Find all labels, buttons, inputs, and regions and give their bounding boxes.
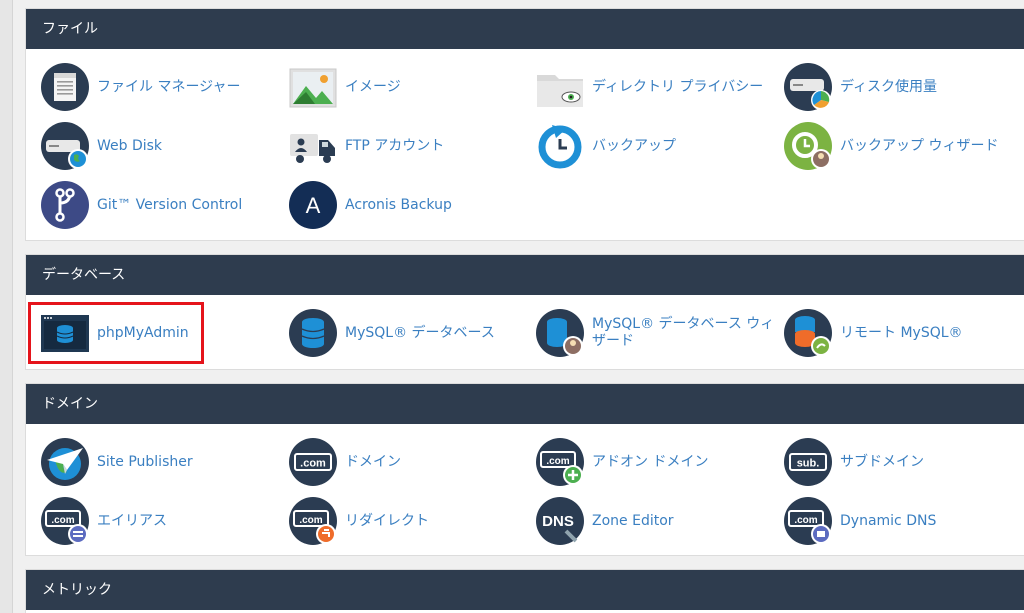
git-icon	[41, 181, 89, 229]
acronis-icon-letter: A	[306, 193, 321, 218]
mysql-wizard-icon	[536, 309, 584, 357]
com-text: .com	[546, 456, 569, 467]
file-manager-label: ファイル マネージャー	[97, 78, 241, 95]
metrics-panel: メトリック	[25, 569, 1024, 613]
ftp-accounts-icon	[290, 134, 335, 163]
backup-wizard-label: バックアップ ウィザード	[840, 137, 999, 154]
com-text: .com	[794, 515, 817, 526]
dynamic-dns-link[interactable]: .com Dynamic DNS	[784, 497, 936, 545]
files-panel-title: ファイル	[26, 9, 1024, 49]
mysql-wizard-link[interactable]: MySQL® データベース ウィザード	[536, 309, 782, 357]
images-label: イメージ	[345, 78, 401, 95]
backup-icon	[538, 125, 582, 169]
web-disk-label: Web Disk	[97, 137, 163, 154]
domains-link[interactable]: .com ドメイン	[289, 438, 401, 486]
domains-panel: ドメイン Site Publisher .com ドメイン .com アドオン …	[25, 383, 1024, 556]
files-panel: ファイル ファイル マネージャー イメージ ディレクトリ プライバシー ディスク…	[25, 8, 1024, 241]
addon-domains-icon: .com	[536, 438, 584, 486]
com-text: .com	[300, 458, 326, 470]
phpmyadmin-icon	[41, 315, 89, 352]
remote-mysql-label: リモート MySQL®	[840, 324, 963, 341]
file-manager-icon	[41, 63, 89, 111]
redirects-link[interactable]: .com リダイレクト	[289, 497, 429, 545]
subdomains-link[interactable]: sub. サブドメイン	[784, 438, 924, 486]
zone-editor-label: Zone Editor	[592, 512, 674, 529]
zone-editor-link[interactable]: DNS Zone Editor	[536, 497, 674, 545]
addon-domains-link[interactable]: .com アドオン ドメイン	[536, 438, 708, 486]
phpmyadmin-label: phpMyAdmin	[97, 324, 189, 341]
acronis-backup-link[interactable]: A Acronis Backup	[289, 181, 452, 229]
disk-usage-link[interactable]: ディスク使用量	[784, 63, 937, 111]
databases-panel-title: データベース	[26, 255, 1024, 295]
redirects-label: リダイレクト	[345, 512, 429, 529]
mysql-databases-icon	[289, 309, 337, 357]
zone-editor-icon: DNS	[536, 497, 584, 545]
backup-link[interactable]: バックアップ	[536, 122, 676, 170]
aliases-icon: .com	[41, 497, 89, 545]
aliases-label: エイリアス	[97, 512, 167, 529]
subdomains-label: サブドメイン	[840, 453, 924, 470]
phpmyadmin-link[interactable]: phpMyAdmin	[41, 309, 189, 357]
remote-mysql-icon	[784, 309, 832, 357]
ftp-accounts-label: FTP アカウント	[345, 137, 445, 154]
images-icon	[289, 68, 337, 108]
redirects-icon: .com	[289, 497, 337, 545]
dynamic-dns-icon: .com	[784, 497, 832, 545]
domains-panel-title: ドメイン	[26, 384, 1024, 424]
site-publisher-icon	[41, 438, 89, 486]
acronis-backup-label: Acronis Backup	[345, 196, 452, 213]
disk-usage-icon	[784, 63, 832, 111]
metrics-panel-title: メトリック	[26, 570, 1024, 610]
mysql-databases-label: MySQL® データベース	[345, 324, 495, 341]
domains-icon: .com	[289, 438, 337, 486]
directory-privacy-link[interactable]: ディレクトリ プライバシー	[536, 63, 763, 111]
site-publisher-label: Site Publisher	[97, 453, 193, 470]
subdomains-icon: sub.	[784, 438, 832, 486]
dns-text: DNS	[542, 513, 574, 530]
com-text: .com	[51, 515, 74, 526]
databases-panel: データベース phpMyAdmin MySQL® データベース MySQL® デ…	[25, 254, 1024, 370]
file-manager-link[interactable]: ファイル マネージャー	[41, 63, 240, 111]
backup-label: バックアップ	[592, 137, 676, 154]
backup-wizard-link[interactable]: バックアップ ウィザード	[784, 122, 998, 170]
images-link[interactable]: イメージ	[289, 63, 401, 111]
ftp-accounts-link[interactable]: FTP アカウント	[289, 122, 444, 170]
web-disk-icon	[41, 122, 89, 170]
domains-label: ドメイン	[345, 453, 401, 470]
mysql-wizard-label: MySQL® データベース ウィザード	[592, 316, 775, 349]
directory-privacy-label: ディレクトリ プライバシー	[592, 78, 764, 95]
remote-mysql-link[interactable]: リモート MySQL®	[784, 309, 963, 357]
left-scroll-gutter	[0, 0, 13, 613]
aliases-link[interactable]: .com エイリアス	[41, 497, 167, 545]
site-publisher-link[interactable]: Site Publisher	[41, 438, 193, 486]
sub-text: sub.	[797, 458, 820, 470]
git-version-control-link[interactable]: Git™ Version Control	[41, 181, 242, 229]
disk-usage-label: ディスク使用量	[840, 78, 938, 95]
addon-domains-label: アドオン ドメイン	[592, 453, 709, 470]
directory-privacy-icon	[537, 75, 583, 107]
com-text: .com	[299, 515, 322, 526]
backup-wizard-icon	[784, 122, 832, 170]
dynamic-dns-label: Dynamic DNS	[840, 512, 937, 529]
acronis-icon: A	[289, 181, 337, 229]
mysql-databases-link[interactable]: MySQL® データベース	[289, 309, 495, 357]
web-disk-link[interactable]: Web Disk	[41, 122, 162, 170]
git-version-control-label: Git™ Version Control	[97, 196, 243, 213]
